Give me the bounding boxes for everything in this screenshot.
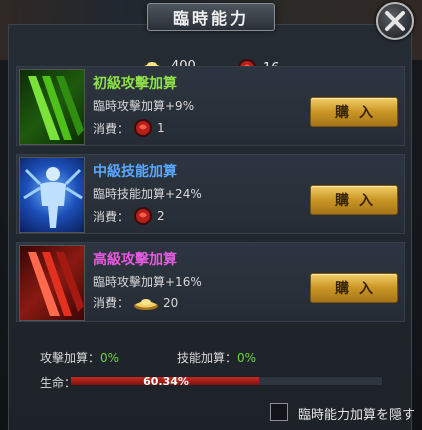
item-cost: 消費： 2 (93, 206, 165, 226)
item-name: 初級攻擊加算 (93, 76, 177, 92)
gold-ingot-icon (134, 298, 159, 310)
item-effect: 臨時攻擊加算+16% (93, 275, 202, 289)
item-effect: 臨時技能加算+24% (93, 187, 202, 201)
cost-value: 2 (157, 209, 165, 223)
cost-label: 消費： (93, 121, 130, 136)
attack-bonus: 攻擊加算：0% (40, 349, 119, 366)
skill-bonus: 技能加算：0% (177, 349, 256, 366)
claw-icon-red (19, 245, 85, 321)
figure-icon-blue (19, 157, 85, 233)
claw-icon-green (19, 69, 85, 145)
skill-bonus-value: 0% (237, 351, 257, 365)
panel-title: 臨時能力 (147, 3, 275, 31)
shop-item-mid-skill: 中級技能加算 臨時技能加算+24% 消費： 2 購入 (16, 154, 405, 234)
red-gem-icon (134, 207, 153, 225)
cost-label: 消費： (93, 209, 130, 224)
buy-button[interactable]: 購入 (310, 97, 398, 127)
hide-bonus-label[interactable]: 臨時能力加算を隠す (298, 404, 415, 423)
item-cost: 消費： 20 (93, 294, 178, 311)
skill-bonus-label: 技能加算： (177, 351, 238, 365)
close-icon (385, 11, 405, 31)
attack-bonus-value: 0% (100, 351, 120, 365)
cost-value: 20 (163, 295, 179, 310)
close-button[interactable] (376, 2, 414, 40)
shop-item-basic-attack: 初級攻擊加算 臨時攻擊加算+9% 消費： 1 購入 (16, 66, 405, 146)
item-effect: 臨時攻擊加算+9% (93, 99, 195, 113)
buy-button[interactable]: 購入 (310, 185, 398, 215)
buy-button[interactable]: 購入 (310, 273, 398, 303)
shop-item-advanced-attack: 高級攻擊加算 臨時攻擊加算+16% 消費： 20 購入 (16, 242, 405, 322)
life-bar: 60.34% (70, 375, 383, 388)
red-gem-icon (134, 119, 153, 137)
game-screen: { "title": "臨時能力", "currency": { "gold":… (0, 0, 422, 430)
life-percent: 60.34% (143, 375, 189, 388)
attack-bonus-label: 攻擊加算： (40, 351, 101, 365)
cost-label: 消費： (93, 296, 130, 310)
cost-value: 1 (157, 121, 165, 135)
item-name: 高級攻擊加算 (93, 252, 177, 268)
hide-bonus-checkbox[interactable] (270, 403, 288, 421)
item-cost: 消費： 1 (93, 118, 165, 138)
item-name: 中級技能加算 (93, 164, 177, 180)
